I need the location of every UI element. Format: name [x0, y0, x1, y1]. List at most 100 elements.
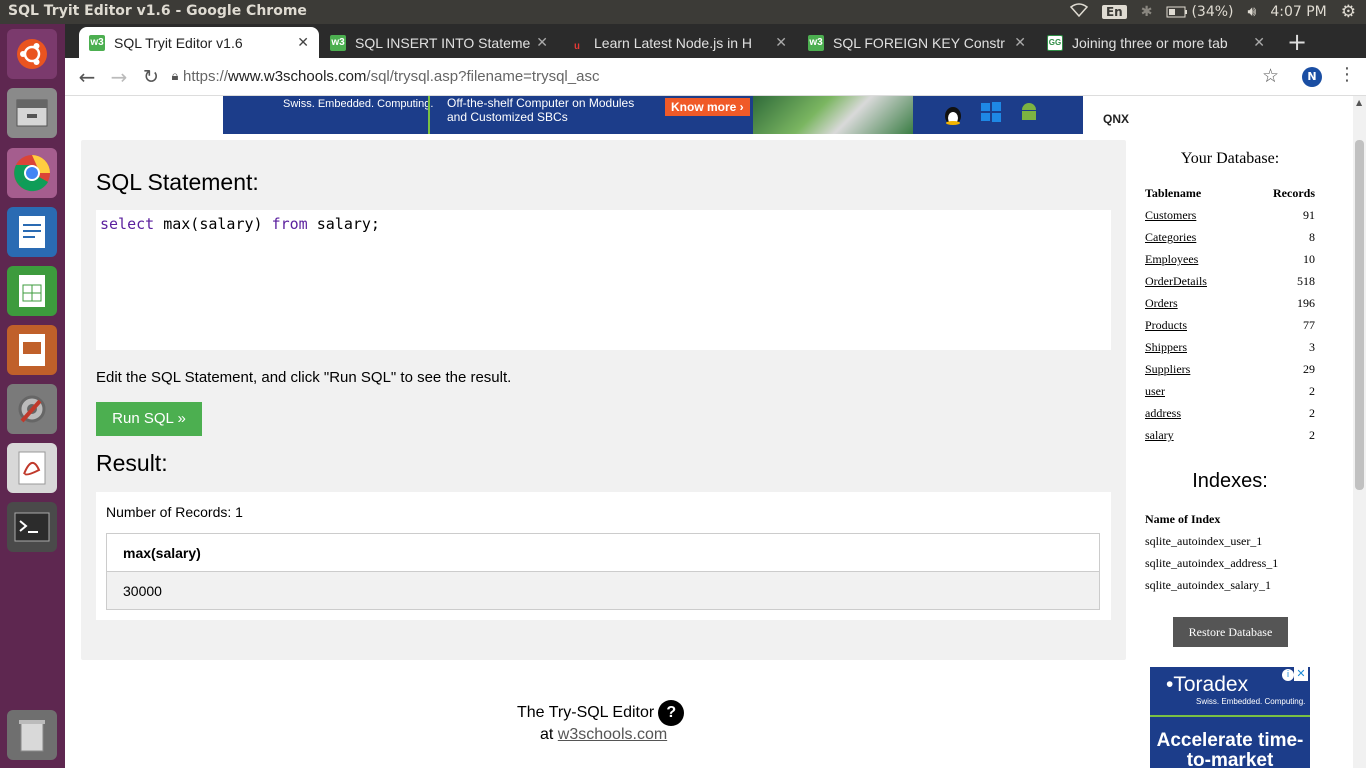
pdf-viewer-icon[interactable] — [7, 443, 57, 493]
side-ad[interactable]: •Toradex Swiss. Embedded. Computing. i ✕… — [1150, 667, 1310, 768]
circuit-board-image — [753, 96, 913, 134]
result-table: max(salary) 30000 — [106, 533, 1100, 610]
reload-icon[interactable]: ↻ — [139, 65, 163, 89]
qnx-logo: QNX — [1103, 112, 1130, 126]
ubuntu-dash-icon[interactable] — [7, 29, 57, 79]
sql-statement-heading: SQL Statement: — [96, 169, 259, 195]
settings-icon[interactable] — [7, 384, 57, 434]
db-table-row[interactable]: user 2 — [1145, 384, 1315, 406]
db-record-count: 3 — [1309, 340, 1315, 354]
linux-tux-icon — [945, 107, 961, 125]
know-more-button[interactable]: Know more › — [665, 98, 750, 116]
bluetooth-icon[interactable]: ✱ — [1141, 4, 1153, 20]
db-table-link[interactable]: Customers — [1145, 208, 1196, 223]
tab-label: SQL FOREIGN KEY Constr — [833, 34, 1005, 51]
db-table-row[interactable]: Employees 10 — [1145, 252, 1315, 274]
footer-at: at — [540, 726, 554, 743]
browser-menu-icon[interactable]: ⋮ — [1338, 64, 1356, 85]
db-record-count: 518 — [1297, 274, 1315, 288]
w3schools-icon: w3 — [330, 34, 346, 51]
wifi-icon[interactable] — [1069, 3, 1089, 21]
impress-icon[interactable] — [7, 325, 57, 375]
profile-avatar[interactable]: N — [1302, 67, 1322, 87]
db-table-link[interactable]: Products — [1145, 318, 1187, 333]
db-table-row[interactable]: Categories 8 — [1145, 230, 1315, 252]
url-host: www.w3schools.com — [228, 68, 367, 85]
footer-title: The Try-SQL Editor ? — [517, 700, 685, 726]
ad-divider — [1150, 715, 1310, 717]
tablename-header: Tablename — [1145, 186, 1202, 200]
clock[interactable]: 4:07 PM — [1270, 4, 1326, 20]
db-table-row[interactable]: Orders 196 — [1145, 296, 1315, 318]
sql-editor[interactable]: select max(salary) from salary; — [96, 210, 1111, 350]
w3schools-link[interactable]: w3schools.com — [558, 726, 667, 743]
close-tab-icon[interactable]: ✕ — [1014, 34, 1026, 51]
sql-code-text: max(salary) — [154, 215, 272, 233]
close-tab-icon[interactable]: ✕ — [536, 34, 548, 51]
table-header-row: max(salary) — [106, 533, 1100, 572]
db-table-link[interactable]: Categories — [1145, 230, 1196, 245]
restore-database-button[interactable]: Restore Database — [1173, 617, 1288, 647]
terminal-icon[interactable] — [7, 502, 57, 552]
forward-arrow-icon[interactable]: → — [107, 65, 131, 89]
db-table-row[interactable]: Customers 91 — [1145, 208, 1315, 230]
keyboard-layout-indicator[interactable]: En — [1101, 5, 1127, 19]
close-tab-icon[interactable]: ✕ — [775, 34, 787, 51]
unity-launcher — [0, 24, 65, 768]
windows-icon — [981, 102, 1001, 122]
page-scrollbar[interactable]: ▲ — [1353, 96, 1366, 768]
browser-toolbar: ← → ↻ 🔒︎ https://www.w3schools.com/sql/t… — [65, 58, 1366, 96]
db-table-row[interactable]: Products 77 — [1145, 318, 1315, 340]
qnx-panel: QNX — [1083, 96, 1193, 134]
writer-icon[interactable] — [7, 207, 57, 257]
table-cell: 30000 — [106, 571, 1100, 610]
db-table-link[interactable]: Suppliers — [1145, 362, 1190, 377]
bookmark-star-icon[interactable]: ☆ — [1262, 65, 1279, 87]
top-banner-ad[interactable]: Swiss. Embedded. Computing. Off-the-shel… — [223, 96, 1193, 134]
column-header: max(salary) — [106, 533, 1100, 572]
volume-icon[interactable]: 🔊︎ — [1248, 4, 1257, 20]
result-heading: Result: — [96, 450, 168, 476]
db-table-link[interactable]: OrderDetails — [1145, 274, 1207, 289]
sql-keyword: from — [271, 215, 308, 233]
system-tray: En ✱ (34%) 🔊︎ 4:07 PM ⚙ — [1069, 2, 1356, 22]
db-table-link[interactable]: Orders — [1145, 296, 1178, 311]
tab-label: Joining three or more tab — [1072, 34, 1228, 51]
db-table-link[interactable]: user — [1145, 384, 1165, 399]
db-table-link[interactable]: address — [1145, 406, 1181, 421]
help-icon[interactable]: ? — [658, 700, 685, 726]
tab-sql-foreign-key[interactable]: w3 SQL FOREIGN KEY Constr ✕ — [798, 27, 1036, 58]
index-col-header: Name of Index — [1145, 512, 1221, 526]
tab-sql-insert-into[interactable]: w3 SQL INSERT INTO Stateme ✕ — [320, 27, 558, 58]
db-table-row[interactable]: Suppliers 29 — [1145, 362, 1315, 384]
tab-learn-nodejs[interactable]: ᵤ Learn Latest Node.js in H ✕ — [559, 27, 797, 58]
calc-icon[interactable] — [7, 266, 57, 316]
chrome-icon[interactable] — [7, 148, 57, 198]
tab-sql-tryit-editor[interactable]: w3 SQL Tryit Editor v1.6 ✕ — [79, 27, 319, 58]
trash-icon[interactable] — [7, 710, 57, 760]
ad-close-icon[interactable]: ✕ — [1294, 667, 1308, 681]
db-table-link[interactable]: Employees — [1145, 252, 1198, 267]
close-tab-icon[interactable]: ✕ — [297, 34, 309, 51]
db-table-row[interactable]: address 2 — [1145, 406, 1315, 428]
db-table-link[interactable]: salary — [1145, 428, 1174, 443]
scrollbar-thumb[interactable] — [1355, 140, 1364, 490]
tryit-main-panel: SQL Statement: select max(salary) from s… — [81, 140, 1126, 660]
ad-info-icon[interactable]: i — [1282, 669, 1294, 681]
new-tab-button[interactable]: + — [1287, 28, 1307, 56]
scroll-up-icon[interactable]: ▲ — [1356, 98, 1362, 107]
address-bar[interactable]: https://www.w3schools.com/sql/trysql.asp… — [183, 65, 1283, 89]
battery-indicator[interactable]: (34%) — [1166, 4, 1234, 20]
db-table-row[interactable]: OrderDetails 518 — [1145, 274, 1315, 296]
run-sql-button[interactable]: Run SQL » — [96, 402, 202, 436]
back-arrow-icon[interactable]: ← — [75, 65, 99, 89]
index-name: sqlite_autoindex_salary_1 — [1145, 578, 1271, 592]
db-table-row[interactable]: salary 2 — [1145, 428, 1315, 450]
db-table-row[interactable]: Shippers 3 — [1145, 340, 1315, 362]
close-tab-icon[interactable]: ✕ — [1253, 34, 1265, 51]
db-table-link[interactable]: Shippers — [1145, 340, 1187, 355]
files-icon[interactable] — [7, 88, 57, 138]
tab-joining-tables[interactable]: GG Joining three or more tab ✕ — [1037, 27, 1275, 58]
system-gear-icon[interactable]: ⚙ — [1341, 2, 1356, 22]
ad-separator — [428, 96, 430, 134]
